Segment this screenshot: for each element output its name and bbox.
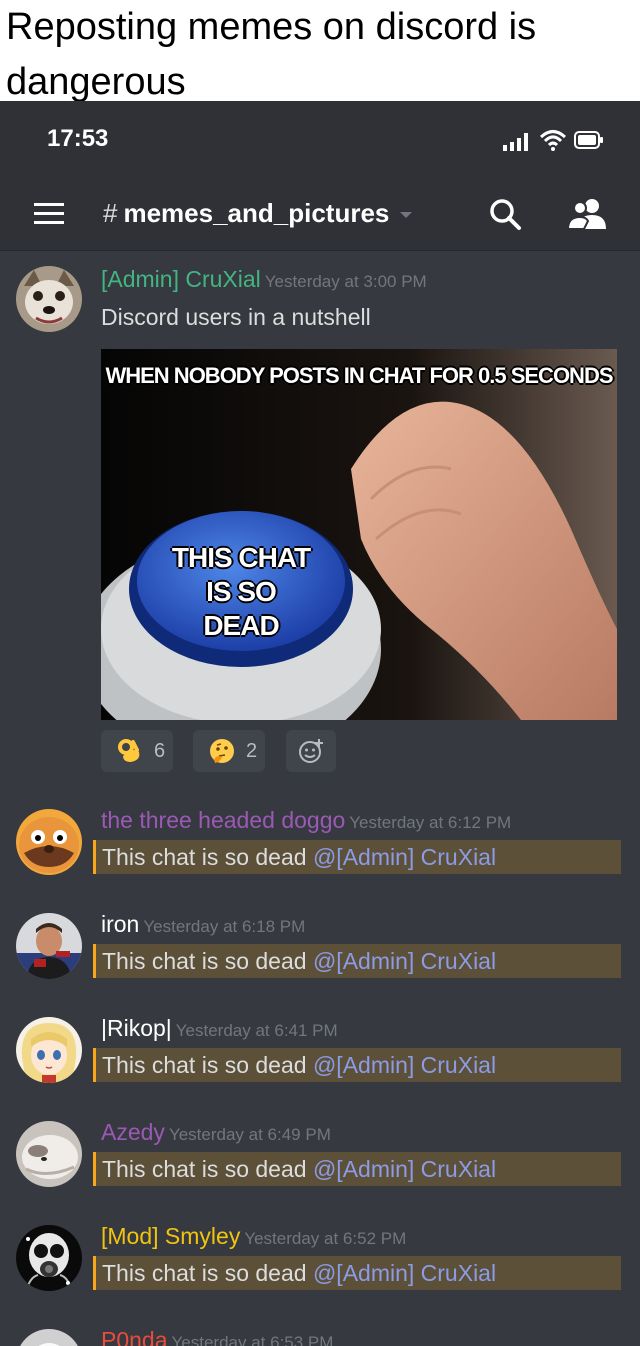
author-name[interactable]: Azedy xyxy=(101,1119,165,1145)
message-text: This chat is so dead xyxy=(102,1052,313,1078)
channel-name: memes_and_pictures xyxy=(123,198,390,228)
signal-icon xyxy=(503,133,528,151)
search-icon[interactable] xyxy=(488,197,522,231)
mention-message: This chat is so dead @[Admin] CruXial xyxy=(93,1256,621,1290)
post-caption: Reposting memes on discord is dangerous xyxy=(6,6,537,103)
avatar[interactable] xyxy=(16,913,82,979)
meme-button-text: THIS CHAT IS SO DEAD xyxy=(171,542,311,641)
menu-icon[interactable] xyxy=(34,201,64,227)
timestamp: Yesterday at 6:53 PM xyxy=(171,1333,334,1346)
reaction-count: 6 xyxy=(154,740,166,762)
message: Azedy Yesterday at 6:49 PM This chat is s… xyxy=(0,1119,640,1199)
reaction-ok-hand[interactable]: 6 xyxy=(101,730,173,772)
members-icon[interactable] xyxy=(566,197,608,231)
avatar[interactable] xyxy=(16,1225,82,1291)
message-text: Discord users in a nutshell xyxy=(101,304,371,330)
author-name[interactable]: the three headed doggo xyxy=(101,807,345,833)
add-reaction-icon xyxy=(299,739,323,763)
reaction-count: 2 xyxy=(246,740,258,762)
timestamp: Yesterday at 6:52 PM xyxy=(244,1229,407,1248)
message-header: [Mod] Smyley Yesterday at 6:52 PM xyxy=(101,1223,406,1250)
avatar[interactable] xyxy=(16,1329,82,1346)
status-time: 17:53 xyxy=(47,125,109,152)
user-mention[interactable]: @[Admin] CruXial xyxy=(313,1052,496,1078)
mention-message: This chat is so dead @[Admin] CruXial xyxy=(93,1048,621,1082)
user-mention[interactable]: @[Admin] CruXial xyxy=(313,948,496,974)
timestamp: Yesterday at 6:49 PM xyxy=(168,1125,331,1144)
avatar[interactable] xyxy=(16,809,82,875)
message-text: This chat is so dead xyxy=(102,1156,313,1182)
author-name[interactable]: iron xyxy=(101,911,139,937)
user-mention[interactable]: @[Admin] CruXial xyxy=(313,1156,496,1182)
user-mention[interactable]: @[Admin] CruXial xyxy=(313,1260,496,1286)
message: iron Yesterday at 6:18 PM This chat is so… xyxy=(0,911,640,991)
message-header: P0nda Yesterday at 6:53 PM xyxy=(101,1327,333,1346)
channel-title[interactable]: # memes_and_pictures xyxy=(103,198,413,229)
message-text: This chat is so dead xyxy=(102,1260,313,1286)
message-header: |Rikop| Yesterday at 6:41 PM xyxy=(101,1015,338,1042)
message: P0nda Yesterday at 6:53 PM xyxy=(0,1327,640,1346)
author-name[interactable]: [Admin] CruXial xyxy=(101,266,261,292)
message: |Rikop| Yesterday at 6:41 PM This chat is… xyxy=(0,1015,640,1095)
battery-icon xyxy=(574,131,603,149)
avatar[interactable] xyxy=(16,1017,82,1083)
message-text: This chat is so dead xyxy=(102,948,313,974)
chevron-down-icon xyxy=(400,212,413,219)
meme-top-text: WHEN NOBODY POSTS IN CHAT FOR 0.5 SECOND… xyxy=(105,363,613,388)
reaction-thinking[interactable]: 2 xyxy=(193,730,265,772)
mention-message: This chat is so dead @[Admin] CruXial xyxy=(93,1152,621,1186)
mention-message: This chat is so dead @[Admin] CruXial xyxy=(93,840,621,874)
message: the three headed doggo Yesterday at 6:12 … xyxy=(0,807,640,887)
timestamp: Yesterday at 6:41 PM xyxy=(175,1021,338,1040)
author-name[interactable]: P0nda xyxy=(101,1327,168,1346)
message-header: the three headed doggo Yesterday at 6:12 … xyxy=(101,807,511,834)
author-name[interactable]: [Mod] Smyley xyxy=(101,1223,240,1249)
add-reaction-button[interactable] xyxy=(286,730,336,772)
timestamp: Yesterday at 6:12 PM xyxy=(349,813,512,832)
timestamp: Yesterday at 6:18 PM xyxy=(143,917,306,936)
message-header: iron Yesterday at 6:18 PM xyxy=(101,911,305,938)
timestamp: Yesterday at 3:00 PM xyxy=(264,272,427,291)
author-name[interactable]: |Rikop| xyxy=(101,1015,172,1041)
thinking-face-icon xyxy=(210,739,234,763)
meme-illustration xyxy=(101,349,617,720)
hash-icon: # xyxy=(103,198,118,228)
discord-app: 17:53 # memes_and_pictures [Admin] CruXi… xyxy=(0,101,640,1346)
avatar[interactable] xyxy=(16,1121,82,1187)
wifi-icon xyxy=(540,130,566,151)
message: [Mod] Smyley Yesterday at 6:52 PM This ch… xyxy=(0,1223,640,1303)
message-header: Azedy Yesterday at 6:49 PM xyxy=(101,1119,331,1146)
user-mention[interactable]: @[Admin] CruXial xyxy=(313,844,496,870)
message-text: This chat is so dead xyxy=(102,844,313,870)
mention-message: This chat is so dead @[Admin] CruXial xyxy=(93,944,621,978)
meme-image[interactable]: WHEN NOBODY POSTS IN CHAT FOR 0.5 SECOND… xyxy=(101,349,617,720)
message-header: [Admin] CruXial Yesterday at 3:00 PM xyxy=(101,266,427,293)
avatar[interactable] xyxy=(16,266,82,332)
ok-hand-icon xyxy=(118,739,140,762)
channel-header: # memes_and_pictures xyxy=(0,181,640,251)
status-bar: 17:53 xyxy=(0,101,640,181)
